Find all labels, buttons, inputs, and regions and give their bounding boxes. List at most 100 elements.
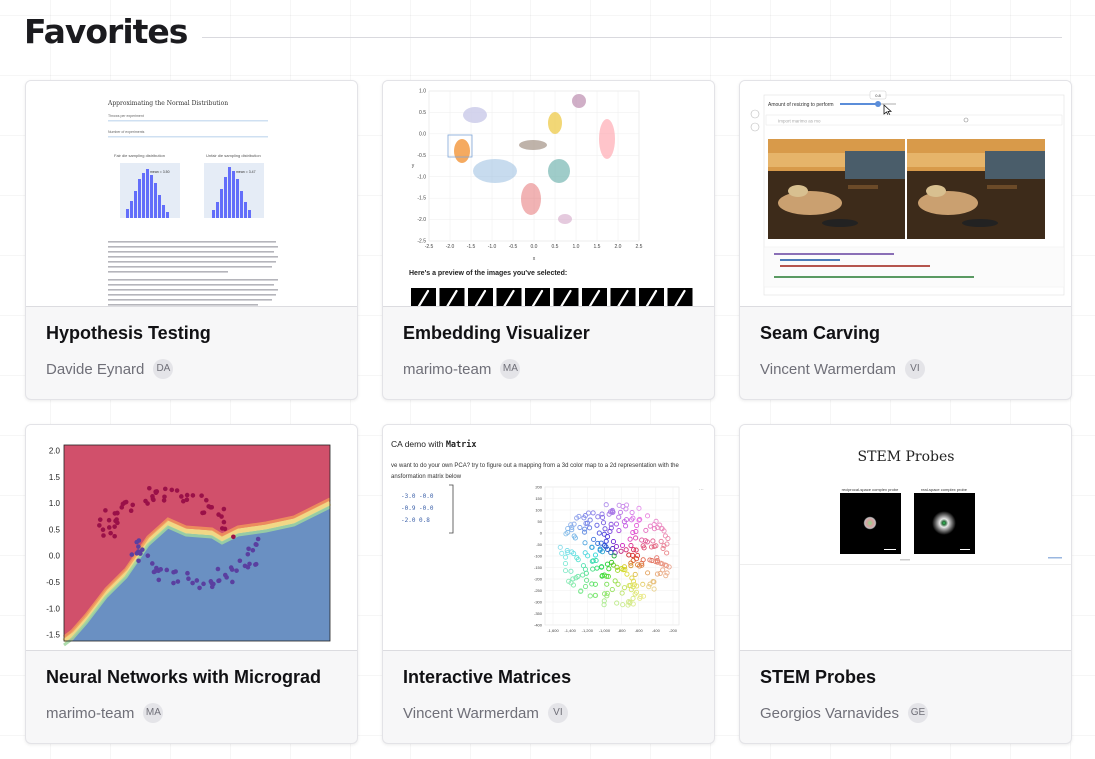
card-author-row: Vincent Warmerdam VI xyxy=(760,358,925,380)
embedding-thumbnail-svg: 1.00.50.0-0.5-1.0-1.5-2.0-2.5 -2.5 -2.0 -1… xyxy=(409,89,693,306)
data-point xyxy=(221,506,227,512)
data-point xyxy=(255,536,261,542)
data-point xyxy=(97,517,103,522)
y-tick-label: -100 xyxy=(534,553,543,558)
thumb-slider-label-2: Number of experiments xyxy=(108,130,145,134)
card-author-row: Davide Eynard DA xyxy=(46,358,174,380)
data-point xyxy=(199,493,204,498)
thumb-heading: CA demo with Matrix xyxy=(391,439,477,450)
data-point xyxy=(150,494,155,499)
x-tick-label: -1.5 xyxy=(467,244,476,250)
card-author: Vincent Warmerdam xyxy=(760,360,896,378)
data-point xyxy=(103,508,108,513)
notebook-card-embedding-visualizer[interactable]: 1.0 0.5 0.0 -0.5 -1.0 -1.5 -2.0 -2.5 -2.5 -2.0 -1… xyxy=(382,80,715,400)
right-stat: mean = 3.47 xyxy=(236,170,256,174)
x-tick-label: -800 xyxy=(618,628,627,633)
author-avatar: VI xyxy=(547,703,568,723)
data-point xyxy=(253,561,259,567)
svg-text:-2.0 0.8: -2.0 0.8 xyxy=(401,517,430,524)
card-title[interactable]: Seam Carving xyxy=(760,323,880,344)
card-thumbnail: Amount of resizing to perform 0.8 Import… xyxy=(740,81,1071,307)
data-point xyxy=(171,580,176,586)
data-point xyxy=(134,551,140,556)
data-point xyxy=(175,579,181,584)
thumb-right-title: Unfair die sampling distribution xyxy=(206,153,261,158)
y-tick-label: 1.5 xyxy=(49,473,61,482)
thumb-desc-2: ansformation matrix below xyxy=(391,474,462,480)
data-point xyxy=(145,553,151,558)
data-point xyxy=(162,486,168,492)
left-probe-label: reciprocal-space complex probe xyxy=(842,487,899,492)
data-point xyxy=(216,512,221,517)
data-point xyxy=(174,488,180,493)
data-point xyxy=(129,552,135,557)
data-point xyxy=(250,547,256,553)
data-point xyxy=(152,569,158,574)
x-tick-label: -600 xyxy=(635,628,644,633)
x-tick-label: -0.5 xyxy=(509,244,518,250)
card-thumbnail: 1.0 0.5 0.0 -0.5 -1.0 -1.5 -2.0 -2.5 -2.5 -2.0 -1… xyxy=(383,81,714,307)
data-point xyxy=(237,558,243,564)
card-title[interactable]: STEM Probes xyxy=(760,667,876,688)
y-tick-label: 0.5 xyxy=(49,525,61,534)
notebook-card-micrograd[interactable]: 2.0 1.5 1.0 0.5 0.0 -0.5 -1.0 -1.5 Neural Netwo… xyxy=(25,424,358,744)
card-thumbnail: STEM Probes reciprocal-space complex pro… xyxy=(740,425,1071,651)
y-tick-label: -250 xyxy=(534,588,543,593)
data-point xyxy=(204,497,209,503)
matrix-display: -3.0 -0.0 -0.9 -0.0 -2.0 0.8 xyxy=(401,493,434,524)
y-tick-label: 0.5 xyxy=(419,110,426,116)
thumb-desc-1: ve want to do your own PCA? try to figur… xyxy=(391,463,679,469)
data-point xyxy=(106,517,112,523)
svg-text:-0.9 -0.0: -0.9 -0.0 xyxy=(401,505,434,512)
favorites-header: Favorites xyxy=(24,12,1064,56)
card-author: marimo-team xyxy=(46,704,135,722)
card-title[interactable]: Neural Networks with Micrograd xyxy=(46,667,321,688)
card-title[interactable]: Interactive Matrices xyxy=(403,667,571,688)
data-point xyxy=(150,561,155,566)
svg-text:-3.0 -0.0: -3.0 -0.0 xyxy=(401,493,434,500)
data-point xyxy=(156,577,162,583)
notebook-card-interactive-matrices[interactable]: CA demo with Matrix ve want to do your o… xyxy=(382,424,715,744)
notebook-card-stem-probes[interactable]: STEM Probes reciprocal-space complex pro… xyxy=(739,424,1072,744)
painting-resized xyxy=(907,139,1045,239)
card-title[interactable]: Hypothesis Testing xyxy=(46,323,211,344)
x-tick-label: -1,400 xyxy=(564,628,576,633)
more-icon: ⋯ xyxy=(699,487,704,493)
y-tick-label: 0.0 xyxy=(419,131,426,137)
y-tick-label: -400 xyxy=(534,622,543,627)
x-axis-label: x xyxy=(533,256,536,262)
data-point xyxy=(115,520,120,526)
card-author-row: Georgios Varnavides GE xyxy=(760,702,928,724)
data-point xyxy=(209,504,215,510)
matrices-thumbnail-svg: CA demo with Matrix ve want to do your o… xyxy=(391,439,704,633)
x-tick-label: 1.0 xyxy=(573,244,580,250)
card-author: marimo-team xyxy=(403,360,492,378)
notebook-card-hypothesis-testing[interactable]: Approximating the Normal Distribution Th… xyxy=(25,80,358,400)
data-point xyxy=(186,576,191,582)
y-tick-label: 1.0 xyxy=(419,89,426,95)
y-tick-label: -1.0 xyxy=(417,174,426,180)
data-point xyxy=(228,565,234,570)
y-tick-label: 200 xyxy=(535,484,542,489)
card-title[interactable]: Embedding Visualizer xyxy=(403,323,590,344)
thumb-heading: Approximating the Normal Distribution xyxy=(107,100,228,107)
y-tick-label: -1.5 xyxy=(417,196,426,202)
data-point xyxy=(136,558,141,564)
header-divider xyxy=(202,37,1062,38)
micrograd-thumbnail-svg: 2.0 1.5 1.0 0.5 0.0 -0.5 -1.0 -1.5 xyxy=(46,444,332,647)
y-tick-label: -2.0 xyxy=(417,217,426,223)
data-point xyxy=(158,567,164,572)
y-tick-label: -1.0 xyxy=(46,604,60,613)
data-point xyxy=(173,569,178,574)
x-tick-label: 2.0 xyxy=(615,244,622,250)
notebook-card-seam-carving[interactable]: Amount of resizing to perform 0.8 Import… xyxy=(739,80,1072,400)
author-avatar: VI xyxy=(904,359,925,379)
x-tick-label: -1.0 xyxy=(488,244,497,250)
data-point xyxy=(216,578,222,583)
preview-images xyxy=(411,288,693,306)
y-tick-label: -1.5 xyxy=(46,631,60,640)
card-author-row: marimo-team MA xyxy=(403,358,521,380)
card-thumbnail: 2.0 1.5 1.0 0.5 0.0 -0.5 -1.0 -1.5 xyxy=(26,425,357,651)
author-avatar: MA xyxy=(143,703,164,723)
data-point xyxy=(194,578,200,583)
